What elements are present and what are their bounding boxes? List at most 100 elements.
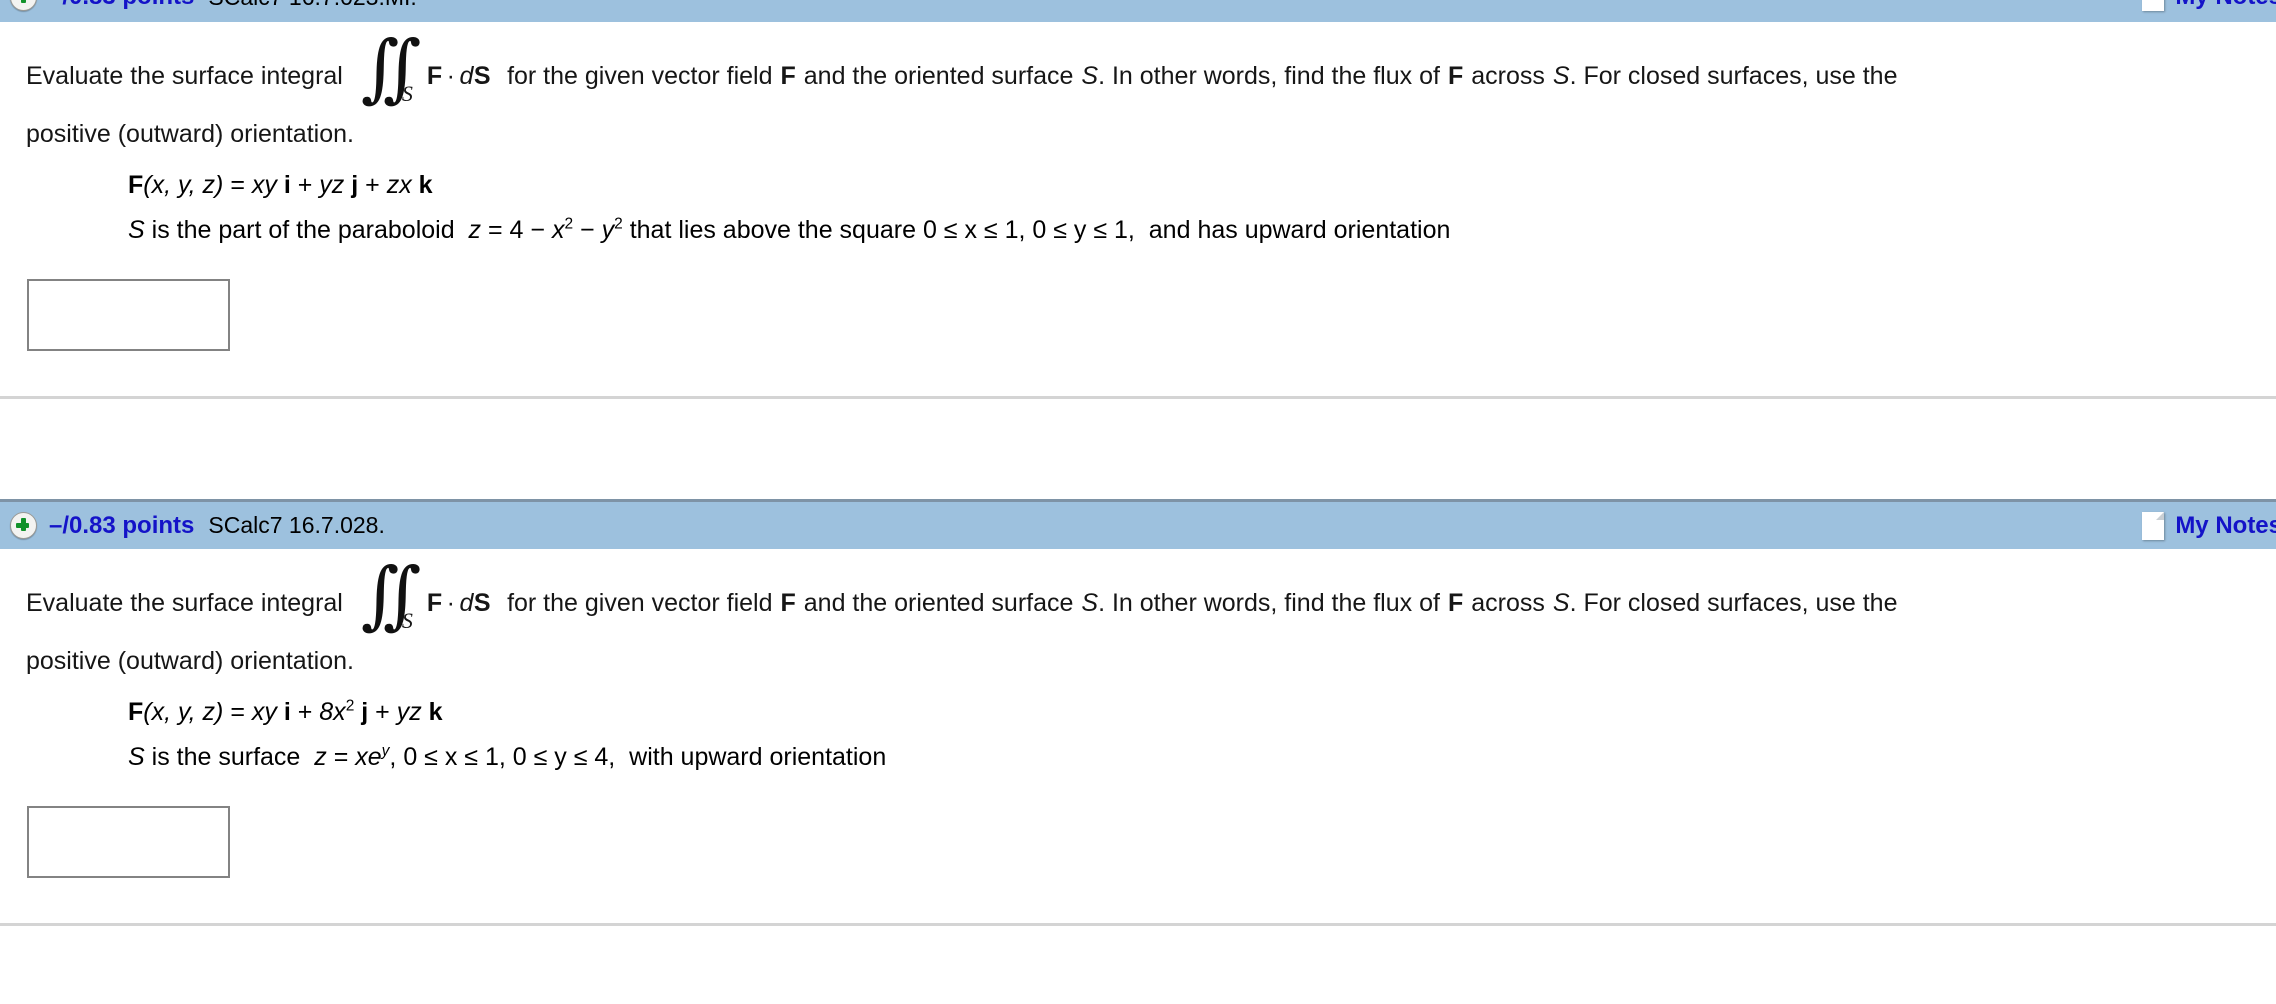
field-term1-unit-2: i — [283, 698, 291, 726]
prompt-surface-S2-2: S — [1552, 588, 1570, 617]
integrand-dot-1: · — [446, 61, 456, 90]
prompt-part-3: and the oriented surface — [803, 61, 1074, 90]
prompt-line-2: positive (outward) orientation. — [26, 647, 354, 675]
question-header-2: –/0.83 points SCalc7 16.7.028. My Notes — [0, 499, 2276, 549]
note-page-icon[interactable] — [2142, 0, 2165, 11]
field-term3-unit-2: k — [428, 698, 443, 726]
field-equals-1: = — [230, 171, 245, 199]
prompt-vector-F2-1: F — [1447, 61, 1464, 90]
prompt-line-1: Evaluate the surface integral ∫ ∫ S F · dS… — [26, 31, 2276, 108]
vector-field-definition-2: F(x, y, z) = xy i + 8x2 j + yz k — [128, 697, 443, 726]
surface-text-before-1: is the part of the paraboloid — [151, 216, 455, 244]
prompt-surface-S-2: S — [1081, 588, 1099, 617]
field-term3-unit-1: k — [418, 171, 433, 199]
prompt-part-4: . In other words, find the flux of — [1098, 61, 1440, 90]
integrand-d-2: d — [459, 588, 474, 617]
surface-domain-y-1: 0 ≤ y ≤ 1, — [1032, 216, 1135, 244]
question-divider-2 — [0, 923, 2276, 926]
question-code-2: SCalc7 16.7.028. — [208, 512, 385, 538]
prompt-part-4: . In other words, find the flux of — [1098, 588, 1440, 617]
field-equals-2: = — [230, 698, 245, 726]
surface-eq-minus1-1: − — [530, 216, 546, 244]
prompt-vector-F-2: F — [780, 588, 796, 617]
surface-eq-x-1: x — [551, 216, 565, 244]
surface-symbol-1: S — [128, 216, 145, 244]
question-prompt-1: Evaluate the surface integral ∫ ∫ S F · dS… — [26, 31, 2276, 148]
prompt-part-1: Evaluate the surface integral — [26, 588, 343, 617]
prompt-vector-F2-2: F — [1447, 588, 1464, 617]
clipped-header-region-1: –/0.83 points SCalc7 16.7.023.MI. My Not… — [0, 0, 2276, 22]
points-label-2: –/0.83 points — [49, 511, 195, 539]
field-term1-coef-1: xy — [251, 171, 277, 199]
question-body-1: Evaluate the surface integral ∫ ∫ S F · dS… — [0, 22, 2276, 499]
surface-domain-x-2: 0 ≤ x ≤ 1, — [403, 743, 506, 771]
surface-eq-y-exponent-1: 2 — [614, 215, 623, 233]
field-term2-unit-2: j — [361, 698, 369, 726]
integrand-2: F · dS — [426, 588, 492, 617]
surface-eq-x-exponent-1: 2 — [564, 215, 574, 233]
surface-eq-lhs-1: z — [468, 216, 482, 244]
prompt-surface-S2-1: S — [1552, 61, 1570, 90]
surface-eq-sign-2: = — [333, 743, 349, 771]
field-args-2: (x, y, z) — [143, 698, 224, 726]
prompt-part-5: across — [1471, 588, 1545, 617]
surface-eq-minus2-1: − — [580, 216, 595, 244]
field-term2-coef-1: yz — [319, 171, 345, 199]
surface-description-1: S is the part of the paraboloid z = 4 − … — [128, 215, 2276, 244]
answer-input-1[interactable] — [27, 279, 230, 351]
question-code-1: SCalc7 16.7.023.MI. — [208, 0, 416, 11]
field-term1-coef-2: xy — [251, 698, 277, 726]
field-term1-unit-1: i — [283, 171, 291, 199]
plus-circle-icon[interactable] — [10, 512, 37, 539]
question-body-2: Evaluate the surface integral ∫ ∫ S F · dS… — [0, 549, 2276, 926]
surface-text-after-1: and has upward orientation — [1148, 216, 1451, 244]
answer-input-2[interactable] — [27, 806, 230, 878]
integrand-S-1: S — [473, 61, 492, 90]
field-term3-coef-2: yz — [396, 698, 422, 726]
field-term2-unit-1: j — [351, 171, 359, 199]
my-notes-control-1[interactable]: My Notes — [2142, 0, 2276, 11]
note-page-icon[interactable] — [2142, 511, 2165, 540]
prompt-part-6: . For closed surfaces, use the — [1569, 61, 1898, 90]
surface-symbol-2: S — [128, 743, 145, 771]
field-args-1: (x, y, z) — [143, 171, 224, 199]
prompt-part-1: Evaluate the surface integral — [26, 61, 343, 90]
vector-field-definition-1: F(x, y, z) = xy i + yz j + zx k — [128, 171, 433, 199]
surface-eq-base-2: xe — [355, 743, 382, 771]
surface-domain-x-1: 0 ≤ x ≤ 1, — [922, 216, 1026, 244]
surface-text-before-2: is the surface — [151, 743, 301, 771]
surface-text-after-2: with upward orientation — [629, 743, 887, 771]
integrand-vector-F-2: F — [426, 588, 443, 617]
prompt-vector-F-1: F — [780, 61, 796, 90]
field-term2-exponent-2: 2 — [345, 697, 355, 715]
prompt-surface-S-1: S — [1081, 61, 1099, 90]
prompt-line-1: Evaluate the surface integral ∫ ∫ S F · dS… — [26, 558, 2276, 635]
prompt-part-5: across — [1471, 61, 1545, 90]
integrand-vector-F-1: F — [426, 61, 443, 90]
prompt-part-6: . For closed surfaces, use the — [1569, 588, 1898, 617]
my-notes-control-2[interactable]: My Notes — [2142, 511, 2276, 540]
integral-subscript-2: S — [401, 608, 413, 633]
integrand-d-1: d — [459, 61, 474, 90]
surface-text-mid-1: that lies above the square — [629, 216, 916, 244]
plus-circle-icon[interactable] — [10, 0, 37, 11]
field-term3-coef-1: zx — [386, 171, 412, 199]
field-name-1: F — [128, 171, 144, 199]
integral-subscript-1: S — [401, 81, 413, 106]
surface-description-2: S is the surface z = xey, 0 ≤ x ≤ 1, 0 ≤… — [128, 743, 2276, 771]
integrand-1: F · dS — [426, 61, 492, 90]
field-term2-coef-2: 8x — [319, 698, 346, 726]
prompt-line-2: positive (outward) orientation. — [26, 120, 354, 148]
integrand-S-2: S — [473, 588, 492, 617]
question-block-1: –/0.83 points SCalc7 16.7.023.MI. My Not… — [0, 0, 2276, 499]
question-header-1: –/0.83 points SCalc7 16.7.023.MI. My Not… — [0, 0, 2276, 22]
surface-domain-y-2: 0 ≤ y ≤ 4, — [512, 743, 616, 771]
surface-eq-y-1: y — [601, 216, 615, 244]
field-name-2: F — [128, 698, 144, 726]
surface-eq-sign-1: = — [487, 216, 503, 244]
prompt-part-3: and the oriented surface — [803, 588, 1074, 617]
integrand-dot-2: · — [446, 588, 456, 617]
question-block-2: –/0.83 points SCalc7 16.7.028. My Notes … — [0, 499, 2276, 926]
prompt-part-2: for the given vector field — [507, 61, 773, 90]
surface-eq-const-1: 4 — [509, 216, 524, 244]
